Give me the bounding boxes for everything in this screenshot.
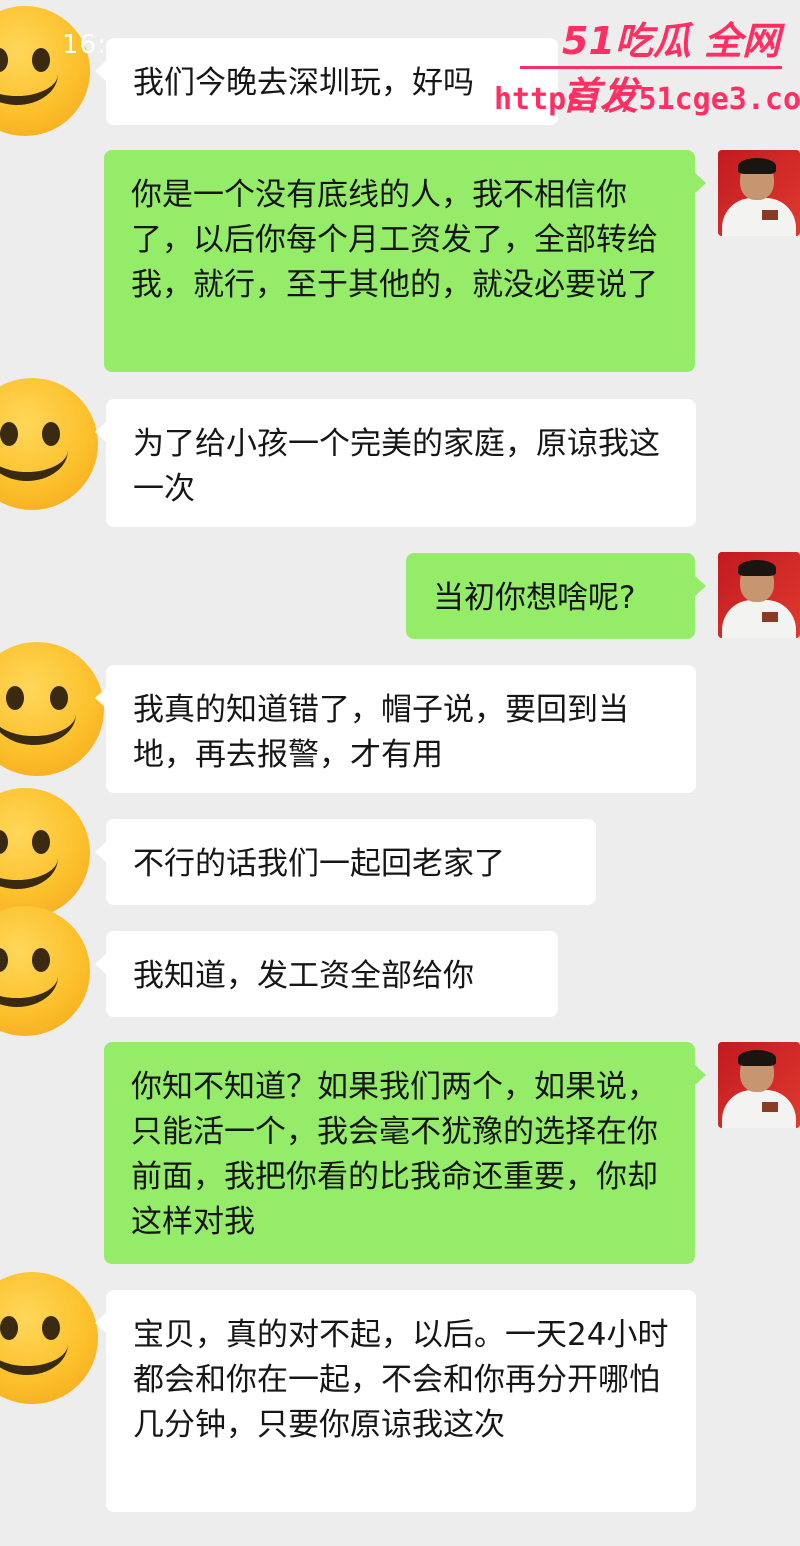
- smiley-avatar[interactable]: [0, 642, 104, 776]
- message-bubble-incoming[interactable]: 不行的话我们一起回老家了: [95, 819, 596, 905]
- message-bubble-incoming[interactable]: 宝贝，真的对不起，以后。一天24小时都会和你在一起，不会和你再分开哪怕几分钟，只…: [95, 1290, 696, 1512]
- message-bubble-incoming[interactable]: 我知道，发工资全部给你: [95, 931, 558, 1017]
- user-photo-avatar[interactable]: [718, 150, 800, 236]
- chat-conversation: 我们今晚去深圳玩，好吗 你是一个没有底线的人，我不相信你了，以后你每个月工资发了…: [0, 0, 800, 1546]
- status-bar-time: 16:: [62, 30, 107, 60]
- watermark-url: https://51cge3.com: [494, 82, 800, 117]
- smiley-avatar[interactable]: [0, 788, 90, 918]
- smiley-avatar[interactable]: [0, 1272, 98, 1404]
- message-bubble-incoming[interactable]: 为了给小孩一个完美的家庭，原谅我这一次: [95, 399, 696, 527]
- message-bubble-incoming[interactable]: 我们今晚去深圳玩，好吗: [95, 38, 558, 125]
- user-photo-avatar[interactable]: [718, 1042, 800, 1128]
- message-bubble-incoming[interactable]: 我真的知道错了，帽子说，要回到当地，再去报警，才有用: [95, 665, 696, 793]
- user-photo-avatar[interactable]: [718, 552, 800, 638]
- message-bubble-outgoing[interactable]: 你是一个没有底线的人，我不相信你了，以后你每个月工资发了，全部转给我，就行，至于…: [104, 150, 706, 372]
- smiley-avatar[interactable]: [0, 6, 90, 136]
- message-bubble-outgoing[interactable]: 你知不知道？如果我们两个，如果说，只能活一个，我会毫不犹豫的选择在你前面，我把你…: [104, 1042, 706, 1264]
- message-bubble-outgoing[interactable]: 当初你想啥呢?: [406, 553, 706, 639]
- smiley-avatar[interactable]: [0, 378, 98, 510]
- smiley-avatar[interactable]: [0, 906, 90, 1036]
